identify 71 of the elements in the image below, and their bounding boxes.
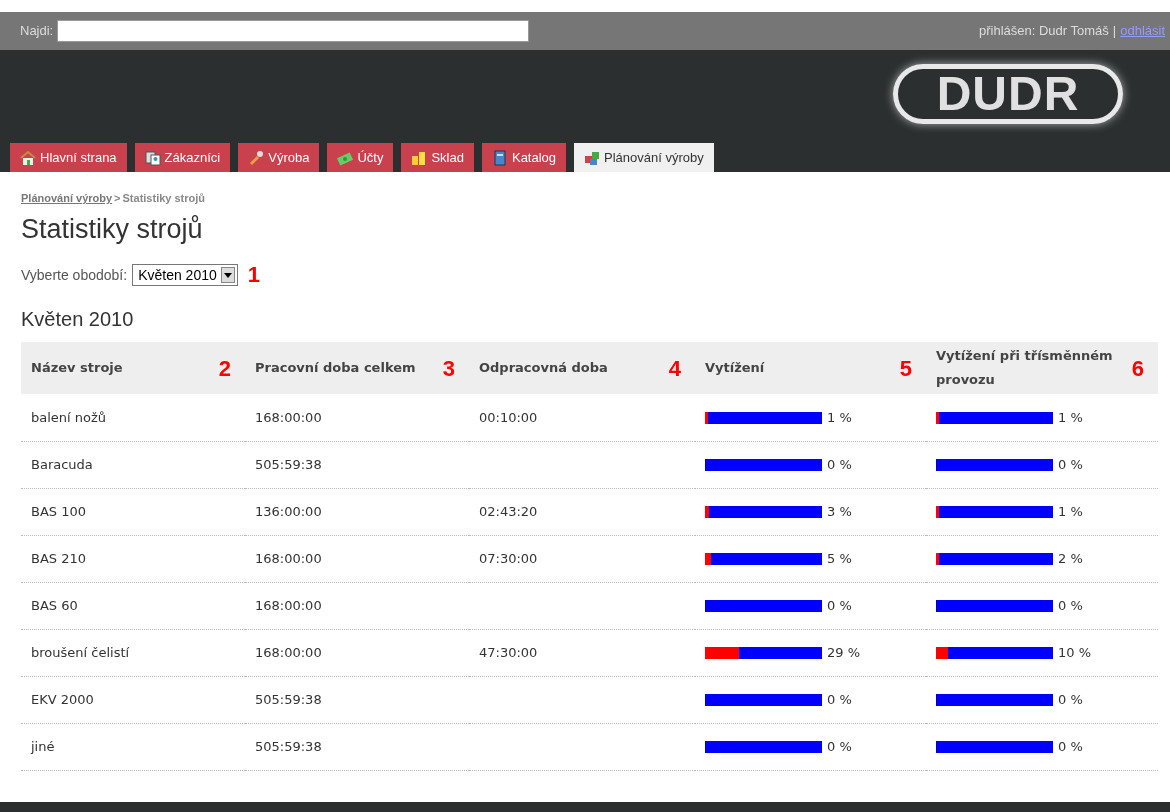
usage-percent: 0 % xyxy=(1058,456,1083,474)
annotation-number: 3 xyxy=(442,354,455,383)
usage-percent: 2 % xyxy=(1058,550,1083,568)
breadcrumb-separator: > xyxy=(114,192,121,204)
period-select[interactable]: Květen 2010 xyxy=(132,264,238,287)
table-cell: 47:30:00 xyxy=(479,645,538,660)
people-icon xyxy=(144,149,161,166)
usage-percent: 29 % xyxy=(827,644,861,662)
column-header: Název stroje xyxy=(31,359,123,378)
usage-percent: 0 % xyxy=(1058,597,1083,615)
logo: DUDR xyxy=(893,64,1123,124)
table-cell: broušení čelistí xyxy=(31,645,130,660)
column-header: Vytížení xyxy=(705,359,765,378)
table-cell: jiné xyxy=(31,739,55,754)
cubes-icon xyxy=(584,149,601,166)
table-cell: BAS 210 xyxy=(31,551,86,566)
column-header: Odpracovná doba xyxy=(479,359,608,378)
table-cell: 505:59:38 xyxy=(255,739,322,754)
page-title: Statistiky strojů xyxy=(21,212,204,246)
usage-percent: 1 % xyxy=(1058,408,1083,427)
table-cell: 168:00:00 xyxy=(255,409,322,425)
table-cell: 168:00:00 xyxy=(255,598,322,613)
section-title: Květen 2010 xyxy=(21,307,135,333)
tab[interactable]: Plánování výroby xyxy=(574,143,714,172)
table-cell: 505:59:38 xyxy=(255,457,322,472)
annotation-number: 6 xyxy=(1131,354,1144,383)
breadcrumb-current: Statistiky strojů xyxy=(122,192,206,204)
breadcrumb-link[interactable]: Plánování výroby xyxy=(21,192,113,204)
table-cell: 07:30:00 xyxy=(479,551,538,566)
table-cell: Baracuda xyxy=(31,457,93,472)
usage-percent: 0 % xyxy=(1058,691,1083,709)
tab[interactable]: Sklad xyxy=(401,143,474,172)
separator: | xyxy=(1112,22,1117,41)
tab[interactable]: Hlavní strana xyxy=(10,143,127,172)
coins-icon xyxy=(411,149,428,166)
usage-percent: 0 % xyxy=(827,597,852,615)
table-cell: BAS 100 xyxy=(31,504,86,519)
user-info: přihlášen: Dudr Tomáš xyxy=(978,22,1109,41)
table-cell: 136:00:00 xyxy=(255,504,322,519)
table-cell: balení nožů xyxy=(31,409,107,425)
usage-percent: 10 % xyxy=(1058,644,1092,662)
usage-percent: 0 % xyxy=(1058,738,1083,756)
search-label: Najdi: xyxy=(20,22,54,41)
book-icon xyxy=(491,149,508,166)
tab[interactable]: Zákazníci xyxy=(134,143,231,172)
column-header: Vytížení při třísměnném provozu xyxy=(936,347,1114,390)
table-cell: 02:43:20 xyxy=(479,504,538,519)
usage-percent: 0 % xyxy=(827,691,852,709)
table-cell: 505:59:38 xyxy=(255,692,322,707)
period-label: Vyberte obodobí: xyxy=(21,265,128,285)
table-cell: EKV 2000 xyxy=(31,692,94,707)
annotation-number: 1 xyxy=(247,264,260,287)
column-header: Pracovní doba celkem xyxy=(255,359,416,378)
tab[interactable]: Výroba xyxy=(238,143,320,172)
search-field[interactable] xyxy=(57,20,530,42)
house-icon xyxy=(20,149,36,166)
usage-percent: 1 % xyxy=(827,408,852,427)
tab[interactable]: Účty xyxy=(327,143,394,172)
annotation-number: 2 xyxy=(218,354,231,383)
table-cell: BAS 60 xyxy=(31,598,78,613)
table-cell: 168:00:00 xyxy=(255,551,322,566)
usage-percent: 5 % xyxy=(827,550,852,568)
table-cell: 168:00:00 xyxy=(255,645,322,660)
usage-percent: 0 % xyxy=(827,738,852,756)
annotation-number: 5 xyxy=(899,354,912,383)
usage-percent: 3 % xyxy=(827,503,852,521)
table-cell: 00:10:00 xyxy=(479,409,538,425)
usage-percent: 1 % xyxy=(1058,503,1083,521)
usage-percent: 0 % xyxy=(827,456,852,474)
tab[interactable]: Katalog xyxy=(481,143,567,172)
annotation-number: 4 xyxy=(668,354,681,383)
